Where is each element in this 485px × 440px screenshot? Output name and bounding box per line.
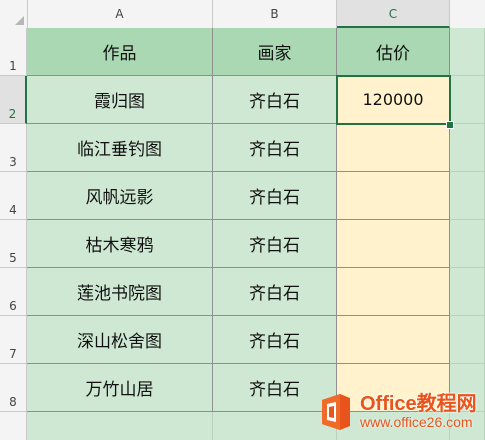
column-header-d[interactable]: [450, 0, 485, 28]
work-cell[interactable]: 深山松舍图: [27, 316, 213, 364]
column-header-a[interactable]: A: [27, 0, 213, 28]
empty-cell[interactable]: [450, 316, 485, 364]
row-header-7[interactable]: 7: [0, 316, 27, 364]
select-all-icon: [15, 16, 24, 25]
header-cell-painter[interactable]: 画家: [213, 28, 337, 76]
row-header-1[interactable]: 1: [0, 28, 27, 76]
work-cell[interactable]: 霞归图: [27, 76, 213, 124]
empty-cell[interactable]: [450, 124, 485, 172]
empty-cell[interactable]: [450, 76, 485, 124]
painter-cell[interactable]: 齐白石: [213, 124, 337, 172]
painter-cell[interactable]: 齐白石: [213, 268, 337, 316]
work-cell[interactable]: 莲池书院图: [27, 268, 213, 316]
painter-cell[interactable]: 齐白石: [213, 316, 337, 364]
price-cell[interactable]: [337, 124, 450, 172]
price-cell[interactable]: 120000: [337, 76, 450, 124]
office-logo-icon: [318, 392, 354, 432]
watermark-title: Office教程网: [360, 393, 477, 416]
row-header-3[interactable]: 3: [0, 124, 27, 172]
price-cell[interactable]: [337, 316, 450, 364]
watermark: Office教程网 www.office26.com: [318, 390, 477, 434]
row-header-8[interactable]: 8: [0, 364, 27, 412]
spreadsheet: A B C 1 2 3 4 5 6 7 8 作品 画家 估价 霞归图 齐白石 1…: [0, 0, 485, 440]
painter-cell[interactable]: 齐白石: [213, 220, 337, 268]
work-cell[interactable]: 临江垂钓图: [27, 124, 213, 172]
empty-cell[interactable]: [450, 268, 485, 316]
column-header-c[interactable]: C: [337, 0, 450, 28]
watermark-url: www.office26.com: [360, 414, 473, 431]
work-cell[interactable]: 枯木寒鸦: [27, 220, 213, 268]
row-header-2[interactable]: 2: [0, 76, 27, 124]
header-cell-price[interactable]: 估价: [337, 28, 450, 76]
empty-cell[interactable]: [450, 172, 485, 220]
work-cell[interactable]: 风帆远影: [27, 172, 213, 220]
row-header-5[interactable]: 5: [0, 220, 27, 268]
painter-cell[interactable]: 齐白石: [213, 76, 337, 124]
empty-cell[interactable]: [27, 412, 213, 440]
row-header-6[interactable]: 6: [0, 268, 27, 316]
price-cell[interactable]: [337, 220, 450, 268]
painter-cell[interactable]: 齐白石: [213, 172, 337, 220]
header-cell-work[interactable]: 作品: [27, 28, 213, 76]
row-header-4[interactable]: 4: [0, 172, 27, 220]
empty-cell[interactable]: [450, 28, 485, 76]
column-header-b[interactable]: B: [213, 0, 337, 28]
fill-handle[interactable]: [446, 121, 454, 129]
row-header-9[interactable]: [0, 412, 27, 440]
select-all-button[interactable]: [0, 0, 28, 28]
price-cell[interactable]: [337, 172, 450, 220]
price-cell[interactable]: [337, 268, 450, 316]
work-cell[interactable]: 万竹山居: [27, 364, 213, 412]
empty-cell[interactable]: [450, 220, 485, 268]
